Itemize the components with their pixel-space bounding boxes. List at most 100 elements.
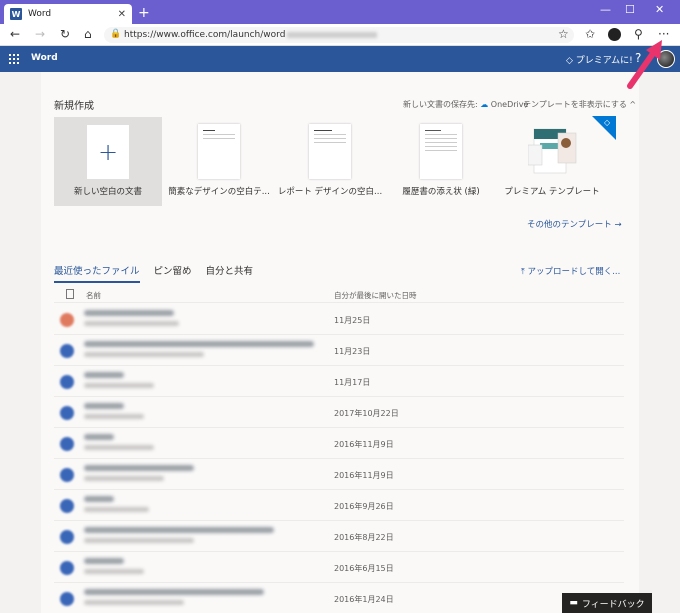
table-row[interactable]: 2016年8月22日 xyxy=(54,521,624,552)
file-name-redacted xyxy=(84,372,124,378)
annotation-arrow-icon xyxy=(627,40,662,89)
template-simple[interactable]: 簡素なデザインの空白テ... xyxy=(165,117,273,206)
file-name-redacted xyxy=(84,496,114,502)
file-name-redacted xyxy=(84,527,274,533)
file-name-redacted xyxy=(84,558,124,564)
file-date: 2016年11月9日 xyxy=(334,440,394,449)
more-templates-link[interactable]: その他のテンプレート → xyxy=(527,218,622,230)
file-icon xyxy=(60,499,74,513)
file-path-redacted xyxy=(84,414,144,419)
file-type-icon xyxy=(66,289,74,299)
column-date[interactable]: 自分が最後に開いた日時 xyxy=(334,290,417,301)
premium-link[interactable]: ◇ プレミアムに! xyxy=(566,53,633,66)
template-cover-letter[interactable]: 履歴書の添え状 (緑) xyxy=(387,117,495,206)
hide-templates-link[interactable]: テンプレートを非表示にする ^ xyxy=(523,99,636,110)
diamond-icon: ◇ xyxy=(604,118,611,127)
file-path-redacted xyxy=(84,507,149,512)
file-name-redacted xyxy=(84,341,314,347)
tab-close-icon[interactable]: ✕ xyxy=(118,9,126,20)
file-path-redacted xyxy=(84,569,144,574)
file-icon xyxy=(60,313,74,327)
lock-icon[interactable]: 🔒 xyxy=(110,29,121,39)
file-icon xyxy=(60,592,74,606)
file-date: 2017年10月22日 xyxy=(334,409,399,418)
new-doc-title: 新規作成 xyxy=(54,101,94,112)
file-name-redacted xyxy=(84,465,194,471)
tab-title: Word xyxy=(28,9,52,19)
feedback-button[interactable]: ▬ フィードバック xyxy=(562,593,652,613)
maximize-button[interactable]: ☐ xyxy=(625,3,635,16)
plus-icon: + xyxy=(87,125,129,179)
upload-open-link[interactable]: ⤒ アップロードして開く... xyxy=(521,265,620,277)
template-report[interactable]: レポート デザインの空白... xyxy=(276,117,384,206)
file-date: 2016年9月26日 xyxy=(334,502,394,511)
recent-tabs: 最近使ったファイル ピン留め 自分と共有 xyxy=(54,263,253,283)
template-premium[interactable]: プレミアム テンプレート xyxy=(498,117,606,206)
new-tab-icon[interactable]: + xyxy=(138,5,150,21)
back-icon[interactable]: ← xyxy=(10,27,20,41)
template-label: プレミアム テンプレート xyxy=(504,187,600,197)
file-date: 2016年11月9日 xyxy=(334,471,394,480)
table-row[interactable]: 2016年11月9日 xyxy=(54,428,624,459)
file-path-redacted xyxy=(84,476,164,481)
table-row[interactable]: 11月23日 xyxy=(54,335,624,366)
file-list-header: 名前 自分が最後に開いた日時 xyxy=(54,287,624,303)
tab-shared[interactable]: 自分と共有 xyxy=(206,263,254,283)
file-icon xyxy=(60,375,74,389)
file-date: 11月25日 xyxy=(334,316,371,325)
browser-tab[interactable]: W Word ✕ xyxy=(4,4,132,24)
table-row[interactable]: 2016年6月15日 xyxy=(54,552,624,583)
tab-pinned[interactable]: ピン留め xyxy=(154,263,192,283)
premium-template-thumbnail xyxy=(528,128,577,174)
file-path-redacted xyxy=(84,600,184,605)
file-name-redacted xyxy=(84,434,114,440)
file-name-redacted xyxy=(84,403,124,409)
profile-icon[interactable] xyxy=(608,28,621,41)
file-path-redacted xyxy=(84,383,154,388)
app-launcher-icon[interactable] xyxy=(9,54,19,64)
table-row[interactable]: 2016年11月9日 xyxy=(54,459,624,490)
onedrive-icon: ☁ xyxy=(480,100,489,109)
file-icon xyxy=(60,561,74,575)
file-path-redacted xyxy=(84,538,194,543)
close-button[interactable]: ✕ xyxy=(655,3,664,16)
column-name[interactable]: 名前 xyxy=(86,290,101,301)
main-content: 新規作成 新しい文書の保存先: ☁ OneDrive テンプレートを非表示にする… xyxy=(41,72,639,613)
table-row[interactable]: 2017年10月22日 xyxy=(54,397,624,428)
favorite-star-icon[interactable]: ☆ xyxy=(558,27,569,41)
file-date: 11月17日 xyxy=(334,378,371,387)
table-row[interactable]: 2016年9月26日 xyxy=(54,490,624,521)
home-icon[interactable]: ⌂ xyxy=(84,27,92,41)
file-icon xyxy=(60,530,74,544)
save-location[interactable]: 新しい文書の保存先: ☁ OneDrive xyxy=(403,99,528,110)
refresh-icon[interactable]: ↻ xyxy=(60,27,70,41)
template-blank[interactable]: + 新しい空白の文書 xyxy=(54,117,162,206)
favorites-icon[interactable]: ✩ xyxy=(585,27,595,41)
table-row[interactable]: 11月17日 xyxy=(54,366,624,397)
table-row[interactable]: 2016年1月24日 xyxy=(54,583,624,613)
app-name[interactable]: Word xyxy=(31,53,58,63)
template-thumbnail xyxy=(198,124,240,179)
file-icon xyxy=(60,344,74,358)
template-thumbnail xyxy=(420,124,462,179)
tab-recent[interactable]: 最近使ったファイル xyxy=(54,263,140,283)
forward-icon[interactable]: → xyxy=(35,27,45,41)
file-path-redacted xyxy=(84,321,179,326)
word-icon: W xyxy=(10,8,22,20)
file-date: 11月23日 xyxy=(334,347,371,356)
browser-titlebar: W Word ✕ + — ☐ ✕ xyxy=(0,0,680,24)
minimize-button[interactable]: — xyxy=(600,3,611,16)
file-path-redacted xyxy=(84,352,204,357)
file-icon xyxy=(60,468,74,482)
table-row[interactable]: 11月25日 xyxy=(54,304,624,335)
file-name-redacted xyxy=(84,310,174,316)
address-bar: ← → ↻ ⌂ https://www.office.com/launch/wo… xyxy=(0,24,680,46)
template-label: 簡素なデザインの空白テ... xyxy=(168,187,270,197)
file-icon xyxy=(60,406,74,420)
template-label: レポート デザインの空白... xyxy=(277,187,383,197)
url-field[interactable]: https://www.office.com/launch/word xyxy=(104,27,574,43)
file-icon xyxy=(60,437,74,451)
file-path-redacted xyxy=(84,445,154,450)
template-thumbnail xyxy=(309,124,351,179)
file-date: 2016年6月15日 xyxy=(334,564,394,573)
